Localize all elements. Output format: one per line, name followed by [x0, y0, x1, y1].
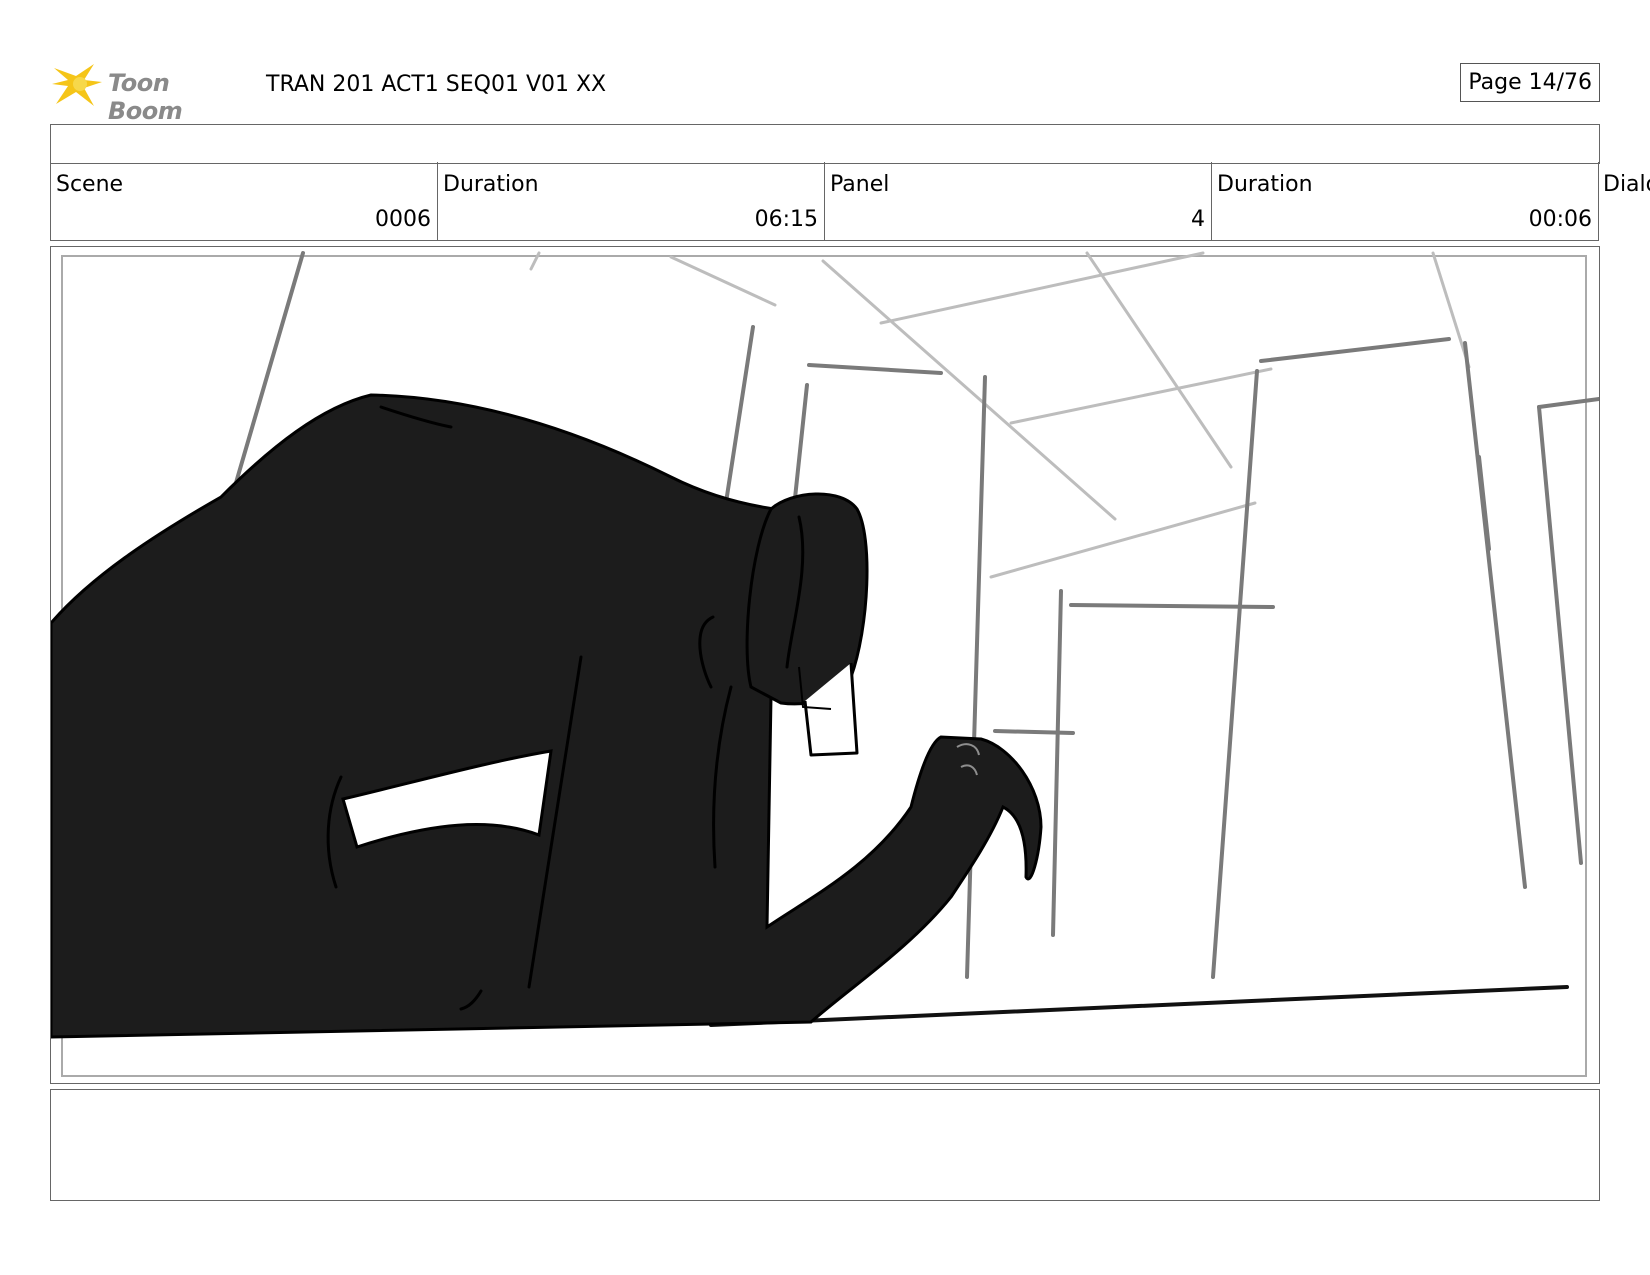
panel-cell: Panel 4 [825, 162, 1212, 240]
panel-duration-cell: Duration 00:06 [1212, 162, 1599, 240]
page-indicator: Page 14/76 [1460, 63, 1600, 102]
document-title: TRAN 201 ACT1 SEQ01 V01 XX [266, 72, 607, 97]
toon-boom-logo: Toon Boom [50, 56, 250, 125]
scene-duration-value: 06:15 [754, 207, 818, 232]
storyboard-drawing [51, 251, 1599, 1077]
star-burst-icon [52, 64, 102, 106]
scene-cell: Scene 0006 [51, 162, 438, 240]
panel-duration-label: Duration [1217, 172, 1313, 197]
sequence-row [50, 124, 1600, 164]
scene-label: Scene [56, 172, 124, 197]
page-header: Toon Boom TRAN 201 ACT1 SEQ01 V01 XX Pag… [50, 56, 1600, 125]
panel-label: Panel [830, 172, 890, 197]
dialog-label: Dialo [1603, 172, 1650, 197]
panel-value: 4 [1191, 207, 1205, 232]
panel-duration-value: 00:06 [1528, 207, 1592, 232]
logo-text: Toon Boom [108, 69, 183, 125]
scene-value: 0006 [375, 207, 431, 232]
action-notes-box [50, 1089, 1600, 1201]
scene-duration-label: Duration [443, 172, 539, 197]
scene-duration-cell: Duration 06:15 [438, 162, 825, 240]
panel-info-row: Scene 0006 Duration 06:15 Panel 4 Durati… [50, 162, 1599, 241]
storyboard-panel [50, 246, 1600, 1084]
